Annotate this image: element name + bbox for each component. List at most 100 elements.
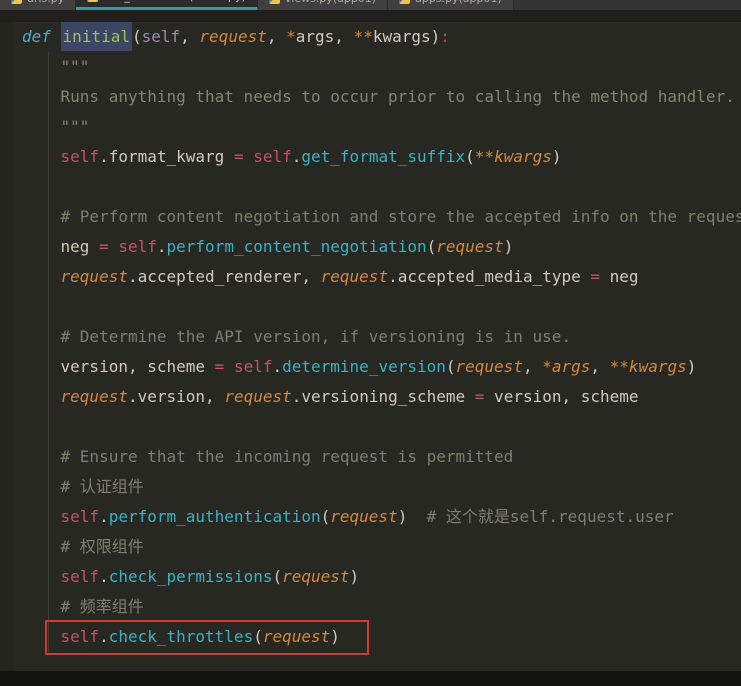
code-line-20: # 频率组件 [0,592,741,622]
code-token: , [334,27,354,46]
code-token: self [141,27,181,46]
editor-tab-2[interactable]: views.py(app01) [257,0,389,10]
code-token: request [60,267,128,286]
code-token: kwargs [372,27,431,46]
code-line-4: """ [0,112,741,142]
code-token: version [137,387,206,406]
ide-window: urls.py rest_framework(views.py) views.py(… [0,0,741,686]
code-token: ** [609,357,629,376]
code-token: , [590,357,610,376]
code-token: ) [397,507,408,526]
code-token: * [286,27,296,46]
code-line-17: self.perform_authentication(request) # 这… [0,502,741,532]
code-line-15: # Ensure that the incoming request is pe… [0,442,741,472]
code-token: = [590,267,601,286]
code-token: self [60,147,100,166]
code-line-12: version, scheme = self.determine_version… [0,352,741,382]
code-token: ) [349,567,360,586]
code-token: ** [474,147,495,166]
code-line-19: self.check_permissions(request) [0,562,741,592]
python-file-icon [87,0,99,2]
code-token: args [295,27,335,46]
code-token: ( [465,147,475,166]
code-token: check_throttles [108,627,254,646]
code-token: # Ensure that the incoming request is pe… [60,447,514,466]
code-token: request [320,267,389,286]
code-line-3: Runs anything that needs to occur prior … [0,82,741,112]
editor-tab-3[interactable]: apps.py(app01) [388,0,514,10]
code-token: # 频率组件 [60,597,144,616]
code-token: ) [551,147,562,166]
code-token: format_kwarg [108,147,234,166]
code-token: neg [600,267,639,286]
code-token: perform_authentication [108,507,321,526]
bottom-panel-edge [0,671,741,686]
code-token: request [455,357,523,376]
code-token: args [551,357,591,376]
code-token: ( [131,27,142,46]
code-line-1: def initial (self, request, *args, **kwar… [0,22,741,52]
code-token: self [118,237,157,256]
tab-label: apps.py(app01) [415,0,502,5]
code-line-11: # Determine the API version, if versioni… [0,322,741,352]
python-file-icon [268,0,280,4]
code-token: ( [426,237,437,256]
code-token: version, scheme [60,357,215,376]
code-token: """ [60,117,90,136]
editor-tab-bar: urls.py rest_framework(views.py) views.py(… [0,0,741,10]
code-token: ) [430,27,441,46]
tab-label: views.py(app01) [285,0,376,5]
code-token: . [272,357,283,376]
code-line-18: # 权限组件 [0,532,741,562]
code-line-13: request.version, request.versioning_sche… [0,382,741,412]
code-token: # 这个就是self.request.user [426,507,674,526]
code-token: kwargs [628,357,687,376]
code-token: ** [353,27,373,46]
code-token: ) [330,627,340,646]
python-file-icon [399,0,411,4]
code-token: . [291,147,302,166]
tab-label: rest_framework(views.py) [103,0,245,3]
code-token: accepted_renderer [137,267,302,286]
code-line-9: request.accepted_renderer, request.accep… [0,262,741,292]
code-token: , [266,27,287,46]
code-token: perform_content_negotiation [166,237,427,256]
code-token: . [127,387,138,406]
code-token: get_format_suffix [301,147,466,166]
code-token: , [205,387,225,406]
code-token: # Perform content negotiation and store … [60,207,741,226]
code-token: . [156,237,167,256]
code-token: def [22,27,51,46]
code-token: request [224,387,292,406]
code-token: request [199,27,267,46]
code-token: = [214,357,225,376]
code-token: ( [445,357,456,376]
code-token: self [233,357,273,376]
code-editor[interactable]: def initial (self, request, *args, **kwar… [0,22,741,686]
code-line-7: # Perform content negotiation and store … [0,202,741,232]
code-token: . [99,567,109,586]
editor-tab-1[interactable]: rest_framework(views.py) [76,0,258,10]
code-token: versioning_scheme [301,387,475,406]
code-token: . [291,387,302,406]
code-token: , [301,267,321,286]
python-file-icon [11,0,22,4]
editor-tab-0[interactable]: urls.py [0,0,77,10]
code-token: . [99,507,109,526]
code-token: self [253,147,292,166]
code-token: Runs anything that needs to occur prior … [60,87,735,106]
